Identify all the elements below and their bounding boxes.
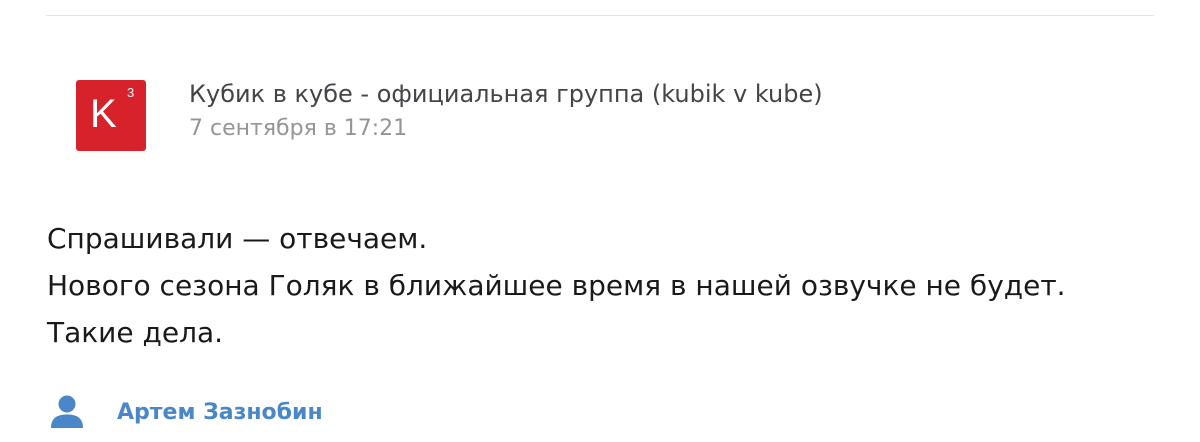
post-body: Спрашивали — отвечаем. Нового сезона Гол… — [47, 215, 1066, 356]
avatar-superscript: 3 — [127, 85, 135, 100]
post-header: K 3 Кубик в кубе - официальная группа (k… — [76, 80, 823, 151]
header-text: Кубик в кубе - официальная группа (kubik… — [189, 76, 823, 146]
post-date[interactable]: 7 сентября в 17:21 — [189, 112, 823, 146]
avatar-letter: K — [90, 92, 117, 136]
post-text-line: Нового сезона Голяк в ближайшее время в … — [47, 269, 1066, 302]
group-avatar[interactable]: K 3 — [76, 80, 146, 151]
post-text-line: Такие дела. — [47, 316, 224, 349]
author-signature: Артем Зазнобин — [47, 393, 323, 433]
group-name-link[interactable]: Кубик в кубе - официальная группа (kubik… — [189, 76, 823, 112]
post-text-line: Спрашивали — отвечаем. — [47, 222, 428, 255]
user-icon — [51, 395, 83, 428]
top-divider — [46, 15, 1154, 16]
author-name-link[interactable]: Артем Зазнобин — [117, 396, 323, 430]
